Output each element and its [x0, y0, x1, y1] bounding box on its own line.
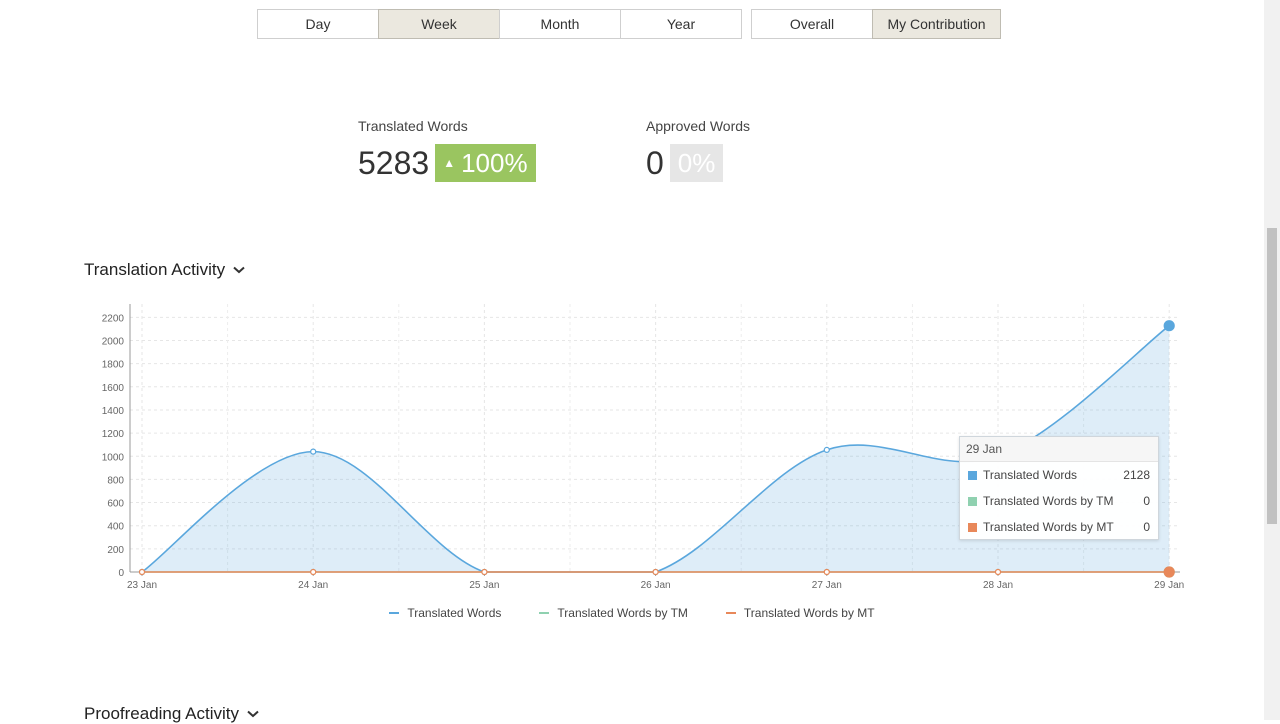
- tooltip-series-name: Translated Words by MT: [983, 520, 1114, 534]
- tooltip-row: Translated Words by MT 0: [960, 514, 1158, 540]
- legend-label: Translated Words by TM: [557, 606, 688, 620]
- tooltip-series-value: 0: [1143, 494, 1150, 508]
- x-tick-label: 25 Jan: [469, 580, 499, 591]
- y-tick-label: 400: [107, 522, 124, 533]
- scrollbar-thumb[interactable]: [1267, 228, 1277, 524]
- x-tick-label: 29 Jan: [1154, 580, 1184, 591]
- mt-line-icon: [725, 612, 736, 614]
- tooltip-series-name: Translated Words by TM: [983, 494, 1114, 508]
- proofreading-activity-title: Proofreading Activity: [84, 704, 239, 723]
- legend-label: Translated Words by MT: [743, 606, 875, 620]
- y-tick-label: 1600: [102, 383, 125, 394]
- y-tick-label: 200: [107, 545, 124, 556]
- y-tick-label: 1800: [102, 360, 125, 371]
- y-tick-label: 1200: [102, 429, 125, 440]
- x-tick-label: 26 Jan: [641, 580, 671, 591]
- translated-words-point: [310, 448, 317, 455]
- legend-label: Translated Words: [407, 606, 502, 620]
- translated-words-by-mt-point: [138, 568, 146, 576]
- y-tick-label: 2000: [102, 337, 125, 348]
- translated-words-by-mt-point: [994, 568, 1002, 576]
- chart-tooltip: 29 Jan Translated Words 2128 Translated …: [959, 436, 1159, 540]
- translated-words-by-mt-point: [481, 568, 488, 576]
- translated-words-point: [823, 446, 830, 453]
- page-scrollbar[interactable]: [1264, 0, 1280, 720]
- x-tick-label: 27 Jan: [812, 580, 842, 591]
- mt-swatch-icon: [968, 522, 977, 532]
- translated-words-by-mt-point: [310, 568, 317, 576]
- translated-words-by-mt-point: [823, 568, 830, 576]
- tooltip-series-name: Translated Words: [983, 468, 1078, 482]
- legend-item-mt[interactable]: Translated Words by MT: [725, 606, 875, 620]
- y-tick-label: 2200: [102, 313, 125, 324]
- tooltip-series-value: 0: [1143, 520, 1150, 534]
- x-tick-label: 28 Jan: [983, 580, 1013, 591]
- proofreading-activity-toggle[interactable]: Proofreading Activity: [84, 704, 259, 724]
- translated-words-by-mt-point: [1163, 566, 1175, 578]
- y-tick-label: 0: [118, 568, 124, 579]
- y-tick-label: 800: [107, 475, 124, 486]
- tooltip-series-value: 2128: [1123, 468, 1150, 482]
- legend-item-tm[interactable]: Translated Words by TM: [539, 606, 688, 620]
- y-tick-label: 1000: [102, 452, 125, 463]
- tooltip-row: Translated Words 2128: [960, 462, 1158, 488]
- tm-line-icon: [539, 612, 550, 614]
- y-tick-label: 600: [107, 499, 124, 510]
- y-tick-label: 1400: [102, 406, 125, 417]
- tooltip-row: Translated Words by TM 0: [960, 488, 1158, 514]
- translated-words-by-mt-point: [652, 568, 659, 576]
- x-tick-label: 24 Jan: [298, 580, 328, 591]
- tooltip-date: 29 Jan: [960, 437, 1158, 462]
- translated-swatch-icon: [968, 470, 977, 480]
- legend-item-translated[interactable]: Translated Words: [389, 606, 501, 620]
- tm-swatch-icon: [968, 496, 977, 506]
- chart-legend: Translated Words Translated Words by TM …: [0, 606, 1264, 620]
- translated-line-icon: [389, 612, 400, 614]
- translated-words-point: [1163, 320, 1175, 332]
- chevron-down-icon: [247, 710, 259, 718]
- x-tick-label: 23 Jan: [127, 580, 157, 591]
